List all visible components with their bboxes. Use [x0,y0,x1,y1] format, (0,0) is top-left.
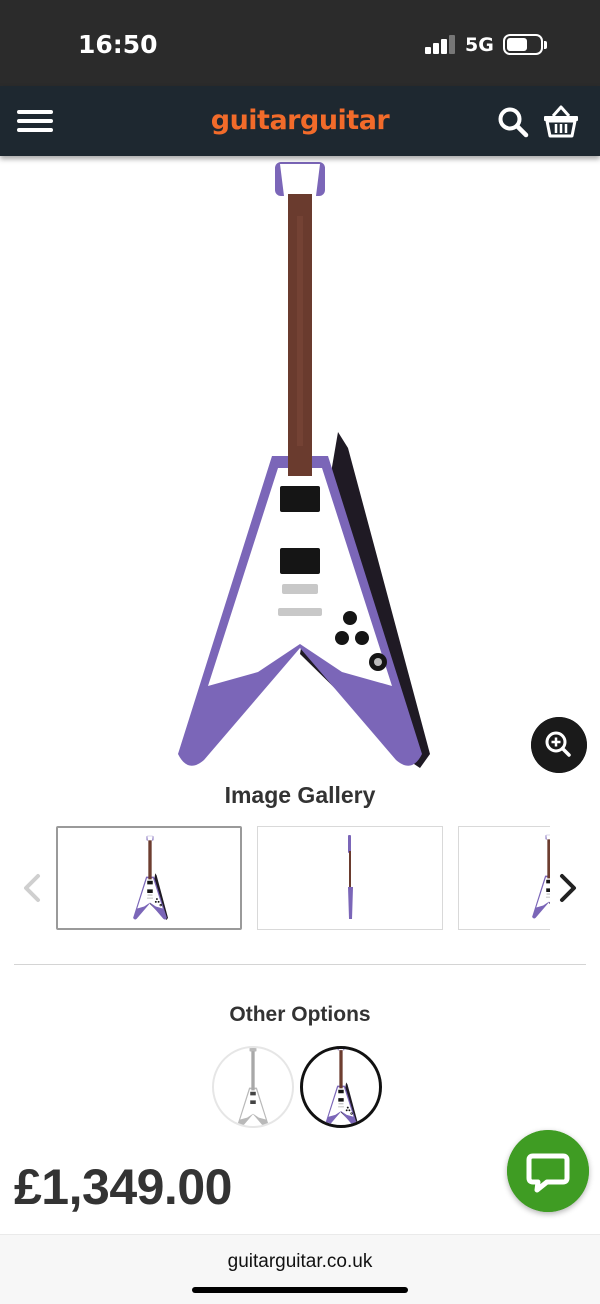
purple-guitar-thumbnail [324,1049,359,1125]
hamburger-menu-icon[interactable] [17,107,53,135]
guitar-front-thumbnail [133,835,168,920]
logo-text: guitarguitar [210,104,390,136]
guitar-angled-thumbnail [532,834,550,919]
gallery-thumbnail[interactable] [257,826,443,930]
cellular-signal-icon [425,34,457,54]
basket-icon[interactable] [543,104,579,138]
network-type: 5G [465,34,494,56]
browser-url-bar[interactable]: guitarguitar.co.uk [0,1234,600,1304]
section-divider [14,964,586,965]
battery-tip [544,41,547,49]
chat-bubble-icon[interactable] [507,1130,589,1212]
option-swatch-purple[interactable] [300,1046,382,1128]
site-logo[interactable]: guitarguitar [200,101,400,139]
guitar-image [178,162,430,768]
zoom-in-icon[interactable] [531,717,587,773]
status-bar: 16:50 5G [0,0,600,86]
site-header: guitarguitar [0,86,600,156]
product-main-image[interactable] [0,156,600,776]
gallery-thumbnails [56,826,550,930]
gallery-title: Image Gallery [224,782,376,808]
home-indicator[interactable] [192,1287,408,1293]
chevron-right-icon[interactable] [554,872,582,904]
search-icon[interactable] [497,106,529,138]
product-price: £1,349.00 [14,1159,232,1215]
silver-guitar-thumbnail [236,1048,270,1126]
other-options-title: Other Options [229,1003,371,1026]
url-text: guitarguitar.co.uk [227,1251,373,1272]
battery-icon [503,34,543,55]
gallery-thumbnail[interactable] [458,826,550,930]
guitar-side-thumbnail [348,835,353,919]
chevron-left-icon[interactable] [18,872,46,904]
gallery-thumbnail[interactable] [56,826,242,930]
option-swatch-silver[interactable] [212,1046,294,1128]
status-time: 16:50 [78,30,158,59]
